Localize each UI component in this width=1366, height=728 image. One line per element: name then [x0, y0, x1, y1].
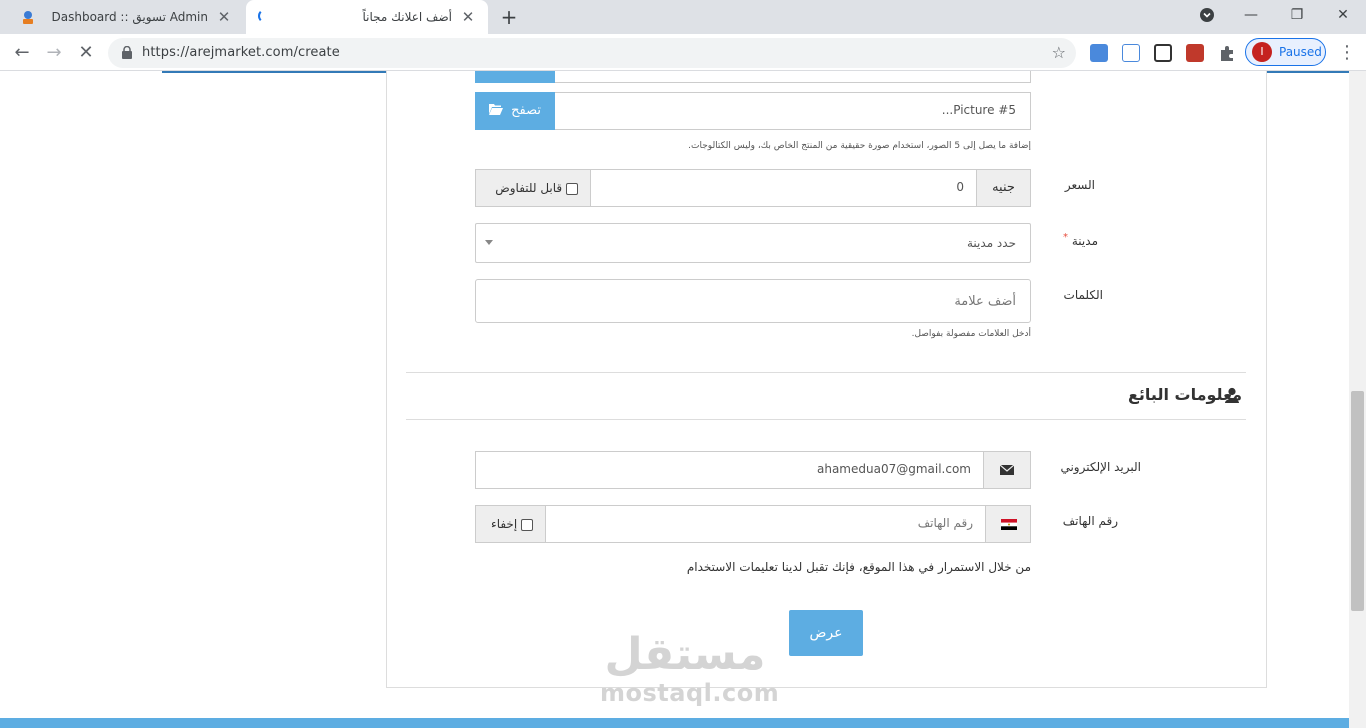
terms-text: من خلال الاستمرار في هذا الموقع، فإنك تق… [686, 560, 1031, 574]
extension-docs-icon[interactable] [1090, 44, 1108, 62]
extension-calendar-icon[interactable] [1154, 44, 1172, 62]
footer-bar [0, 718, 1349, 728]
negotiable-checkbox[interactable] [566, 182, 578, 195]
address-bar[interactable]: https://arejmarket.com/create ☆ [108, 38, 1076, 68]
city-select[interactable]: حدد مدينة [475, 223, 1031, 263]
city-label: مدينة * [1063, 232, 1098, 248]
loading-spinner-icon [258, 9, 272, 23]
email-label: البريد الإلكتروني [1060, 460, 1141, 474]
city-label-text: مدينة [1071, 234, 1098, 248]
browser-menu-icon[interactable]: ⋮ [1338, 42, 1356, 63]
section-divider [406, 419, 1246, 420]
close-window-button[interactable]: ✕ [1332, 4, 1354, 26]
negotiable-label: قابل للتفاوض [495, 181, 563, 195]
phone-field[interactable]: رقم الهاتف [546, 506, 985, 542]
tab-create-ad[interactable]: أضف اعلانك مجاناً ✕ [246, 0, 488, 34]
email-addon [983, 452, 1030, 488]
tags-help-text: أدخل العلامات مفصولة بفواصل. [911, 329, 1031, 339]
hide-phone-checkbox-group[interactable]: إخفاء [476, 506, 546, 542]
price-input-group: جنيه 0 قابل للتفاوض [475, 169, 1031, 207]
tab-strip: Dashboard :: تسويق Admin ✕ أضف اعلانك مج… [0, 0, 1366, 34]
extension-file-icon[interactable] [1122, 44, 1140, 62]
extension-shield-icon[interactable] [1186, 44, 1204, 62]
seller-section-title: معلومات البائع [1127, 385, 1242, 404]
section-divider [406, 372, 1246, 373]
price-input[interactable]: 0 [591, 170, 976, 206]
lock-icon [122, 46, 132, 59]
url-text: https://arejmarket.com/create [142, 45, 340, 60]
browser-toolbar: ← → ✕ https://arejmarket.com/create ☆ I … [0, 34, 1366, 71]
browse-button-4[interactable] [475, 71, 555, 83]
restore-button[interactable]: ❐ [1286, 4, 1308, 26]
stop-loading-button[interactable]: ✕ [74, 41, 98, 65]
phone-label: رقم الهاتف [1062, 514, 1118, 528]
tab-dashboard[interactable]: Dashboard :: تسويق Admin ✕ [8, 0, 244, 34]
folder-open-icon [489, 104, 503, 115]
submit-button[interactable]: عرض [789, 610, 863, 656]
tags-input[interactable]: أضف علامة [475, 279, 1031, 323]
dashboard-favicon-icon [23, 11, 33, 24]
currency-addon: جنيه [976, 170, 1030, 206]
tags-placeholder: أضف علامة [954, 294, 1016, 309]
pictures-help-text: إضافة ما يصل إلى 5 الصور، استخدام صورة ح… [688, 141, 1031, 151]
phone-input-group: رقم الهاتف إخفاء [475, 505, 1031, 543]
tab-title: أضف اعلانك مجاناً [362, 10, 452, 24]
page-viewport: Picture #5... تصفح إضافة ما يصل إلى 5 ال… [0, 71, 1366, 728]
country-flag-addon[interactable] [985, 506, 1030, 542]
picture-5-placeholder: Picture #5... [941, 103, 1016, 117]
watermark-arabic: مستقل [604, 629, 766, 680]
tab-title: Dashboard :: تسويق Admin [51, 10, 208, 24]
forward-button[interactable]: → [42, 41, 66, 65]
hide-phone-label: إخفاء [491, 517, 518, 531]
hide-phone-checkbox[interactable] [521, 518, 533, 531]
picture-5-input[interactable]: Picture #5... [475, 92, 1031, 130]
create-ad-form-card [386, 71, 1267, 688]
city-placeholder: حدد مدينة [967, 236, 1016, 250]
watermark-latin: mostaql.com [600, 679, 780, 707]
tab-search-icon[interactable] [1196, 4, 1218, 26]
new-tab-button[interactable]: + [498, 6, 520, 28]
negotiable-checkbox-group[interactable]: قابل للتفاوض [476, 170, 591, 206]
profile-button[interactable]: I Paused [1245, 38, 1326, 66]
price-value: 0 [956, 180, 964, 194]
profile-status: Paused [1279, 45, 1322, 59]
envelope-icon [1000, 465, 1014, 475]
email-field[interactable]: ahamedua07@gmail.com [476, 452, 983, 488]
email-value: ahamedua07@gmail.com [816, 462, 971, 476]
caret-down-icon [485, 240, 493, 245]
scrollbar-thumb[interactable] [1351, 391, 1364, 611]
close-tab-icon[interactable]: ✕ [458, 7, 478, 27]
browse-button[interactable]: تصفح [475, 92, 555, 130]
extensions-puzzle-icon[interactable] [1218, 44, 1236, 62]
egypt-flag-icon [1001, 519, 1017, 530]
bookmark-star-icon[interactable]: ☆ [1052, 43, 1066, 62]
back-button[interactable]: ← [10, 41, 34, 65]
tags-label: الكلمات [1063, 288, 1103, 302]
page-scrollbar[interactable] [1349, 71, 1366, 728]
price-label: السعر [1064, 178, 1095, 192]
minimize-button[interactable]: — [1240, 4, 1262, 26]
phone-placeholder: رقم الهاتف [917, 516, 973, 530]
email-input-group: ahamedua07@gmail.com [475, 451, 1031, 489]
required-mark: * [1063, 232, 1069, 243]
avatar: I [1252, 42, 1272, 62]
close-tab-icon[interactable]: ✕ [214, 7, 234, 27]
picture-4-input[interactable] [475, 71, 1031, 83]
mostaql-watermark: مستقل mostaql.com [600, 629, 780, 717]
browse-label: تصفح [511, 103, 541, 118]
